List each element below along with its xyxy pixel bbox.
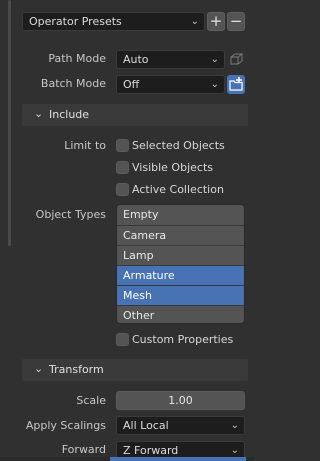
embed-textures-icon[interactable] <box>227 50 245 69</box>
visible-objects-label: Visible Objects <box>132 161 213 174</box>
forward-value: Z Forward <box>123 444 179 457</box>
batch-mode-label: Batch Mode <box>40 77 106 90</box>
selected-objects-label: Selected Objects <box>132 139 225 152</box>
scale-label: Scale <box>76 394 106 407</box>
custom-properties-checkbox[interactable] <box>116 333 129 346</box>
plus-icon: + <box>209 12 223 30</box>
object-type-armature[interactable]: Armature <box>117 265 244 286</box>
active-collection-label: Active Collection <box>132 183 224 196</box>
object-types-label: Object Types <box>35 208 106 221</box>
chevron-down-icon: ⌄ <box>190 16 199 27</box>
path-mode-value: Auto <box>123 53 149 66</box>
batch-mode-value: Off <box>123 78 140 91</box>
custom-properties-label: Custom Properties <box>132 333 234 346</box>
chevron-down-icon: ⌄ <box>210 54 219 65</box>
bottom-accent-bar <box>110 457 246 461</box>
selected-objects-checkbox[interactable] <box>116 139 129 152</box>
chevron-down-icon: ⌄ <box>230 420 239 431</box>
object-type-empty[interactable]: Empty <box>117 205 244 225</box>
object-types-list: Empty Camera Lamp Armature Mesh Other <box>116 204 245 324</box>
path-mode-label: Path Mode <box>48 52 106 65</box>
object-type-other[interactable]: Other <box>117 305 244 323</box>
add-preset-button[interactable]: + <box>207 12 225 31</box>
include-title: Include <box>49 108 90 121</box>
chevron-down-icon: ⌄ <box>34 107 44 120</box>
operator-presets-dropdown[interactable]: Operator Presets ⌄ <box>22 12 205 31</box>
chevron-down-icon: ⌄ <box>34 362 44 375</box>
minus-icon: − <box>229 12 243 30</box>
scale-input[interactable]: 1.00 <box>116 391 245 410</box>
object-type-camera[interactable]: Camera <box>117 225 244 246</box>
transform-title: Transform <box>49 363 104 376</box>
limit-to-label: Limit to <box>64 139 106 152</box>
forward-label: Forward <box>61 443 106 456</box>
transform-panel-header[interactable]: ⌄ Transform <box>22 359 248 381</box>
path-mode-dropdown[interactable]: Auto ⌄ <box>116 50 225 69</box>
active-collection-checkbox[interactable] <box>116 183 129 196</box>
folder-add-icon <box>229 77 243 91</box>
apply-scalings-value: All Local <box>123 419 169 432</box>
object-type-lamp[interactable]: Lamp <box>117 245 244 266</box>
batch-mode-dropdown[interactable]: Off ⌄ <box>116 75 225 94</box>
apply-scalings-dropdown[interactable]: All Local ⌄ <box>116 416 245 435</box>
include-panel-header[interactable]: ⌄ Include <box>22 104 248 126</box>
visible-objects-checkbox[interactable] <box>116 161 129 174</box>
object-type-mesh[interactable]: Mesh <box>117 285 244 306</box>
apply-scalings-label: Apply Scalings <box>25 419 106 432</box>
remove-preset-button[interactable]: − <box>227 12 245 31</box>
chevron-down-icon: ⌄ <box>210 79 219 90</box>
operator-presets-label: Operator Presets <box>29 15 122 28</box>
batch-own-dir-toggle[interactable] <box>227 75 245 94</box>
